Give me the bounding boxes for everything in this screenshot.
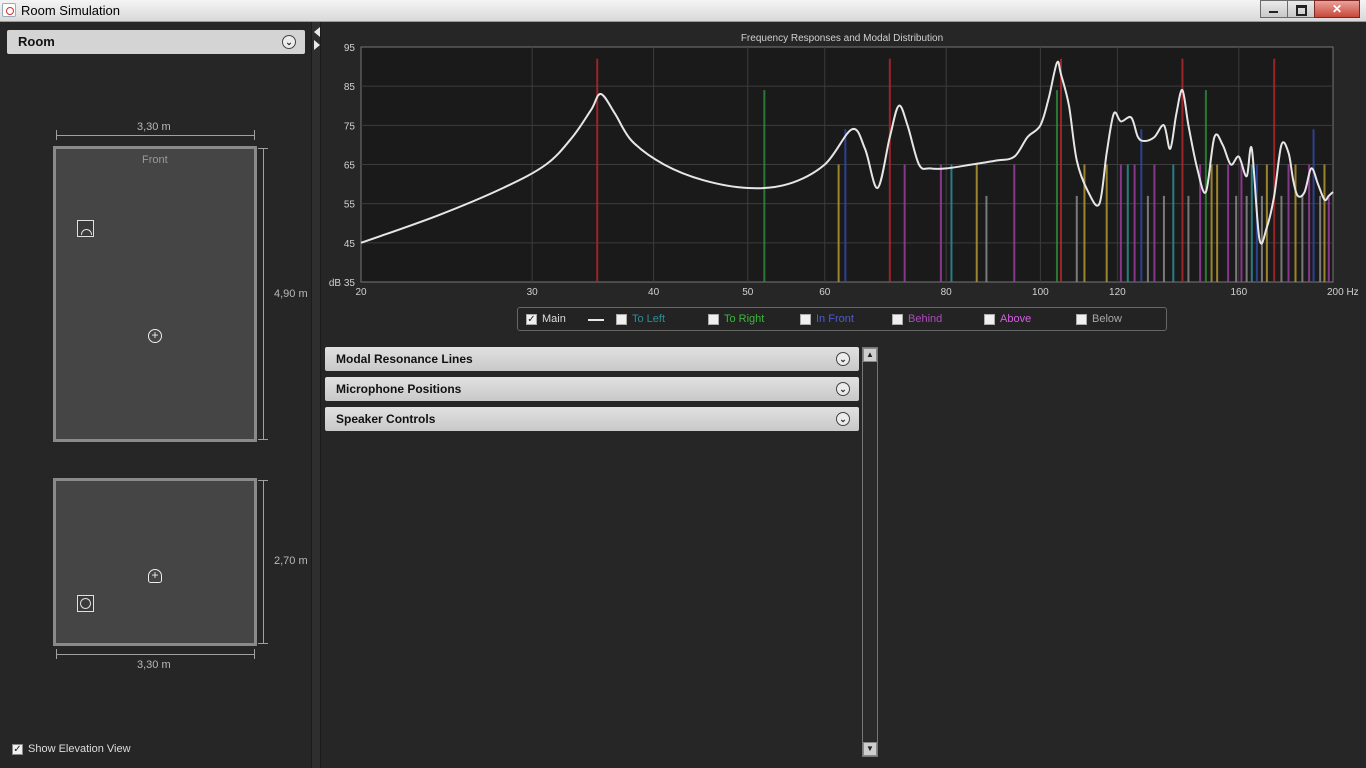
scroll-down-arrow-icon[interactable]: ▼ — [863, 742, 877, 756]
expand-right-arrow-icon[interactable] — [314, 40, 320, 50]
legend-checkbox-to-right[interactable] — [708, 314, 719, 325]
y-tick-label: 55 — [344, 200, 356, 211]
dimension-tick — [56, 649, 57, 659]
x-tick-label: 50 — [742, 287, 754, 298]
legend-label: To Left — [632, 313, 666, 325]
window-title-bar[interactable]: Room Simulation ✕ — [0, 0, 1366, 22]
room-elevation-view[interactable]: + — [53, 478, 257, 646]
y-tick-label: 75 — [344, 121, 356, 132]
minimize-button[interactable] — [1260, 0, 1288, 18]
dimension-tick — [254, 649, 255, 659]
x-tick-label: 100 — [1032, 287, 1049, 298]
dimension-tick — [258, 480, 268, 481]
room-section-header[interactable]: Room ⌄ — [7, 30, 305, 54]
show-elevation-checkbox[interactable]: ✓ — [12, 744, 23, 755]
dimension-tick — [258, 148, 268, 149]
room-panel: Room ⌄ 3,30 m Front + 4,90 m + 2,70 m 3,… — [0, 22, 311, 768]
x-tick-label: 160 — [1230, 287, 1247, 298]
speaker-front-icon[interactable] — [77, 595, 94, 612]
legend-label: Below — [1092, 313, 1122, 325]
y-tick-label: 85 — [344, 82, 356, 93]
java-app-icon — [2, 3, 16, 17]
microphone-elevation-icon[interactable]: + — [148, 569, 162, 583]
modal-resonance-lines-header[interactable]: Modal Resonance Lines ⌄ — [325, 347, 859, 371]
chevron-down-icon[interactable]: ⌄ — [836, 382, 850, 396]
legend-checkbox-below[interactable] — [1076, 314, 1087, 325]
width-dimension-line — [56, 135, 255, 136]
accordion-label: Microphone Positions — [336, 382, 462, 396]
legend-checkbox-in-front[interactable] — [800, 314, 811, 325]
room-length-label: 4,90 m — [274, 288, 308, 300]
y-axis-ticks: dB 35 45 55 65 75 85 95 — [329, 43, 356, 289]
y-tick-label: 95 — [344, 43, 356, 54]
show-elevation-label: Show Elevation View — [28, 743, 131, 755]
dimension-tick — [258, 439, 268, 440]
accordion-label: Speaker Controls — [336, 412, 436, 426]
dimension-tick — [56, 130, 57, 140]
legend-label: To Right — [724, 313, 765, 325]
microphone-positions-header[interactable]: Microphone Positions ⌄ — [325, 377, 859, 401]
x-axis-ticks: 20 30 40 50 60 80 100 120 160 200 Hz — [355, 287, 1358, 298]
height-dimension-line — [263, 480, 264, 644]
collapse-left-arrow-icon[interactable] — [314, 27, 320, 37]
legend-checkbox-above[interactable] — [984, 314, 995, 325]
window-controls: ✕ — [1260, 0, 1360, 18]
accordion-label: Modal Resonance Lines — [336, 352, 473, 366]
speaker-icon[interactable] — [77, 220, 94, 237]
scroll-up-arrow-icon[interactable]: ▲ — [863, 348, 877, 362]
maximize-button[interactable] — [1287, 0, 1315, 18]
dimension-tick — [258, 643, 268, 644]
room-height-label: 2,70 m — [274, 555, 308, 567]
x-tick-label: 40 — [648, 287, 660, 298]
accordion-scrollbar[interactable]: ▲ ▼ — [862, 347, 878, 757]
bottom-width-dimension-line — [56, 654, 255, 655]
x-tick-label: 30 — [527, 287, 539, 298]
window-title: Room Simulation — [21, 3, 120, 18]
chevron-down-icon[interactable]: ⌄ — [836, 352, 850, 366]
room-header-label: Room — [18, 34, 55, 49]
chevron-down-icon[interactable]: ⌄ — [836, 412, 850, 426]
x-tick-label: 20 — [355, 287, 367, 298]
dimension-tick — [254, 130, 255, 140]
legend-checkbox-main[interactable]: ✓ — [526, 314, 537, 325]
legend-label: Behind — [908, 313, 943, 325]
microphone-icon[interactable]: + — [148, 329, 162, 343]
x-tick-label: 120 — [1109, 287, 1126, 298]
legend-label: In Front — [816, 313, 854, 325]
frequency-response-chart[interactable]: Frequency Responses and Modal Distributi… — [322, 22, 1366, 304]
speaker-controls-header[interactable]: Speaker Controls ⌄ — [325, 407, 859, 431]
panel-splitter[interactable] — [311, 22, 321, 768]
legend-checkbox-behind[interactable] — [892, 314, 903, 325]
legend-checkbox-to-left[interactable] — [616, 314, 627, 325]
front-label: Front — [142, 154, 168, 166]
room-top-view[interactable]: Front + — [53, 146, 257, 442]
room-width-label: 3,30 m — [137, 121, 171, 133]
legend-label: Main — [542, 313, 566, 325]
chevron-down-icon[interactable]: ⌄ — [282, 35, 296, 49]
x-tick-label: 60 — [819, 287, 831, 298]
x-tick-label: 200 Hz — [1327, 287, 1359, 298]
chart-legend: ✓ Main To Left To Right In Front Behind Above B… — [517, 307, 1167, 331]
chart-title: Frequency Responses and Modal Distributi… — [741, 33, 943, 44]
close-button[interactable]: ✕ — [1314, 0, 1360, 18]
x-tick-label: 80 — [941, 287, 953, 298]
y-tick-label: 45 — [344, 239, 356, 250]
main-line-swatch — [588, 319, 604, 321]
length-dimension-line — [263, 148, 264, 440]
bottom-width-label: 3,30 m — [137, 659, 171, 671]
y-tick-label: 65 — [344, 161, 356, 172]
legend-label: Above — [1000, 313, 1032, 325]
y-tick-label: dB 35 — [329, 278, 356, 289]
